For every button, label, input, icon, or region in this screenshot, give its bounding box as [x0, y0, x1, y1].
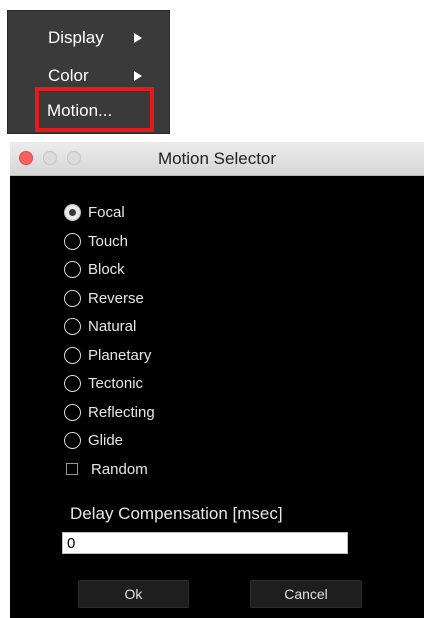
option-label: Natural — [88, 318, 137, 335]
option-label: Touch — [88, 233, 129, 250]
radio-button[interactable] — [64, 204, 81, 221]
motion-selector-window: Motion Selector Focal Touch Block Revers… — [10, 142, 424, 618]
radio-button[interactable] — [64, 290, 81, 307]
window-title: Motion Selector — [157, 149, 277, 168]
context-menu: Display Color Motion... — [7, 10, 170, 134]
radio-button[interactable] — [64, 261, 81, 278]
menu-item-display[interactable]: Display — [8, 21, 169, 55]
delay-compensation-label: Delay Compensation [msec] — [70, 504, 283, 523]
radio-button[interactable] — [64, 318, 81, 335]
delay-compensation-input[interactable] — [62, 532, 348, 554]
menu-item-label: Color — [48, 66, 89, 85]
option-label: Reverse — [88, 290, 144, 307]
option-label: Random — [91, 461, 148, 478]
radio-button[interactable] — [64, 233, 81, 250]
ok-button[interactable]: Ok — [78, 580, 189, 608]
radio-button[interactable] — [64, 432, 81, 449]
menu-item-motion[interactable]: Motion... — [8, 99, 169, 133]
submenu-arrow-icon — [134, 33, 142, 43]
title-bar[interactable]: Motion Selector — [10, 142, 424, 176]
cancel-button[interactable]: Cancel — [250, 580, 362, 608]
option-label: Planetary — [88, 347, 152, 364]
menu-item-label: Display — [48, 28, 104, 47]
menu-item-label: Motion... — [47, 101, 113, 120]
option-label: Glide — [88, 432, 124, 449]
submenu-arrow-icon — [134, 71, 142, 81]
radio-button[interactable] — [64, 375, 81, 392]
option-label: Reflecting — [88, 404, 155, 421]
radio-button[interactable] — [64, 347, 81, 364]
option-label: Tectonic — [88, 375, 144, 392]
option-label: Focal — [88, 204, 125, 221]
radio-button[interactable] — [64, 404, 81, 421]
random-checkbox[interactable] — [66, 463, 78, 475]
option-label: Block — [88, 261, 125, 278]
